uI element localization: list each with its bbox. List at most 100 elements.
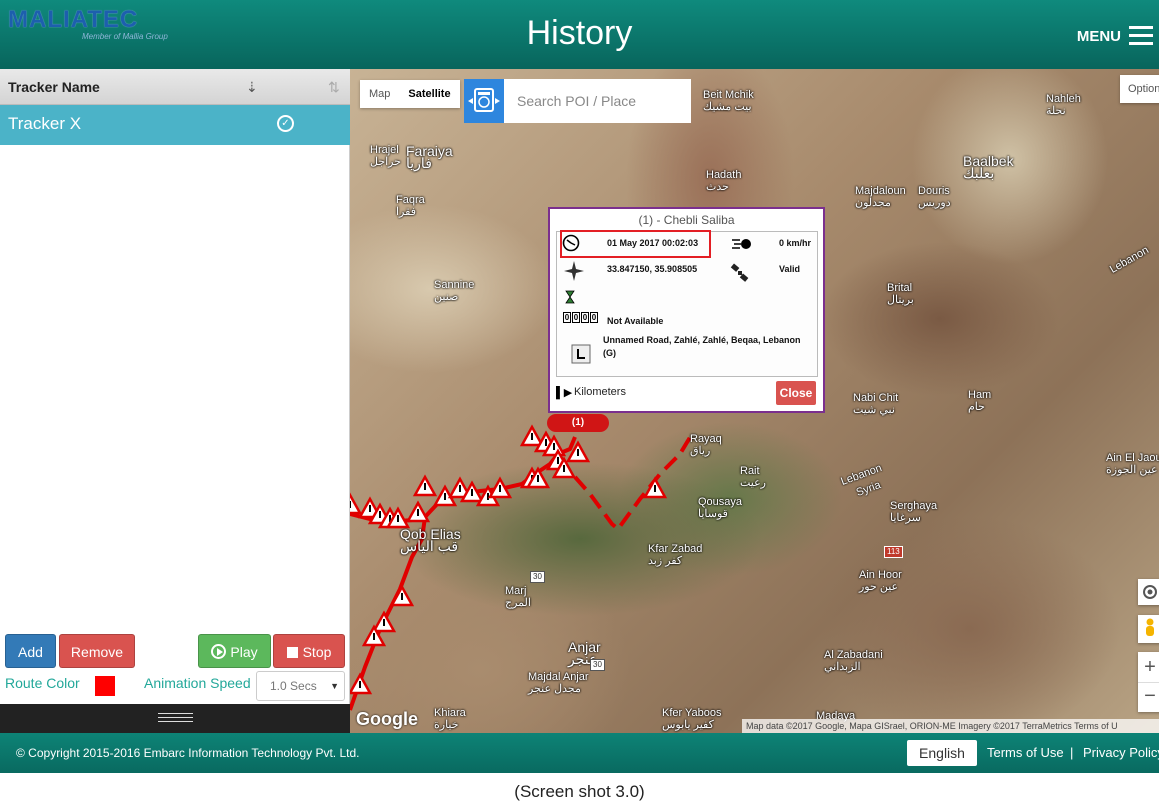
close-button[interactable]: Close <box>776 381 816 405</box>
alert-triangle-icon[interactable] <box>412 474 438 497</box>
place-label: Majdal Anjar مجدل عنجر <box>528 671 589 695</box>
poi-search-input[interactable]: Search POI / Place <box>504 79 691 123</box>
my-location-button[interactable] <box>1138 579 1159 605</box>
place-label: Khiara خيارة <box>434 707 466 731</box>
place-label: Nahleh نحلة <box>1046 93 1081 117</box>
info-window-title: (1) - Chebli Saliba <box>638 213 735 227</box>
map-options-button[interactable]: Option <box>1120 75 1159 103</box>
stop-icon <box>286 647 298 658</box>
stop-button[interactable]: Stop <box>273 634 345 668</box>
tracker-sidebar: Tracker Name ⇣ ⇅ Tracker X ✓ Add Remove … <box>0 69 350 733</box>
route-line-branch <box>573 432 694 532</box>
place-label: Qob Elias قب الياس <box>400 526 461 554</box>
zoom-in-button[interactable]: + <box>1138 652 1159 682</box>
column-header-tracker-name: Tracker Name <box>8 79 100 95</box>
place-label: Brital بريتال <box>887 282 914 306</box>
place-label: Majdaloun مجدلون <box>855 185 906 209</box>
place-label: Marj المرج <box>505 585 531 609</box>
tracker-list-header: Tracker Name ⇣ ⇅ <box>0 69 350 105</box>
place-label: Beit Mchik بيت مشيك <box>703 89 754 113</box>
map-attribution[interactable]: Map data ©2017 Google, Mapa GISrael, ORI… <box>742 719 1159 733</box>
alert-triangle-icon[interactable] <box>350 492 363 515</box>
place-label: Faraiya فاريا <box>406 143 453 171</box>
info-window: (1) - Chebli Saliba 01 May 2017 00:02:03… <box>548 207 825 413</box>
place-label: Douris دوريس <box>918 185 951 209</box>
animation-speed-select[interactable]: 1.0 Secs ▼ <box>256 671 345 701</box>
info-address: Unnamed Road, Zahlé, Zahlé, Beqaa, Leban… <box>603 335 801 358</box>
footer-separator: | <box>1070 745 1074 760</box>
hourglass-icon <box>565 290 575 304</box>
clock-icon <box>562 234 580 252</box>
play-icon <box>211 644 227 659</box>
copyright-text: © Copyright 2015-2016 Embarc Information… <box>16 746 360 760</box>
place-label: Baalbek بعلبك <box>963 153 1014 181</box>
place-label: Rayaq رياق <box>690 433 722 457</box>
map-type-map[interactable]: Map <box>360 80 399 108</box>
place-label: Nabi Chit نبي شيت <box>853 392 899 416</box>
add-button[interactable]: Add <box>5 634 56 668</box>
road-shield: 30 <box>590 659 605 671</box>
alert-triangle-icon[interactable] <box>350 672 373 695</box>
poi-search-button[interactable] <box>464 79 504 123</box>
screenshot-caption: (Screen shot 3.0) <box>514 782 645 801</box>
caret-down-icon: ▼ <box>330 681 339 691</box>
menu-button[interactable]: MENU <box>1077 26 1153 46</box>
alert-triangle-icon[interactable] <box>405 500 431 523</box>
map-type-satellite[interactable]: Satellite <box>399 80 459 108</box>
place-label: Qousaya قوسايا <box>698 496 743 520</box>
satellite-icon <box>730 263 749 282</box>
app-window: MALIATEC Member of Mallia Group History … <box>0 0 1159 810</box>
map-view[interactable]: Map Satellite Search POI / Place Option … <box>350 69 1159 733</box>
alert-triangle-icon[interactable] <box>519 424 545 447</box>
location-crosshair-icon <box>564 261 584 281</box>
page-title: History <box>526 14 633 52</box>
place-label: Ham حام <box>968 389 992 413</box>
tracker-list-item[interactable]: Tracker X ✓ <box>0 105 350 145</box>
address-icon <box>571 344 591 364</box>
play-button[interactable]: Play <box>198 634 271 668</box>
street-view-button[interactable] <box>1138 615 1159 643</box>
info-odometer: Not Available <box>607 316 664 326</box>
zoom-control: + − <box>1138 652 1159 712</box>
target-icon <box>1143 585 1157 599</box>
footer-bar: © Copyright 2015-2016 Embarc Information… <box>0 733 1159 773</box>
road-shield: 113 <box>884 546 903 558</box>
speed-icon <box>732 239 751 249</box>
zoom-out-button[interactable]: − <box>1138 682 1159 712</box>
place-label: Sannine صنين <box>434 279 475 303</box>
remove-button[interactable]: Remove <box>59 634 135 668</box>
place-label: Hrajel حراجل <box>370 144 402 168</box>
info-distance-unit: Kilometers <box>574 386 626 398</box>
terms-link[interactable]: Terms of Use <box>987 745 1064 760</box>
resize-grip-icon[interactable] <box>158 713 193 724</box>
route-color-swatch[interactable] <box>95 676 115 696</box>
hamburger-icon <box>1129 26 1153 46</box>
play-label: Play <box>230 644 258 660</box>
info-window-body: 01 May 2017 00:02:03 0 km/hr 33.847150, … <box>556 230 818 377</box>
map-type-control: Map Satellite <box>360 80 460 108</box>
place-label: Ain Hoor عين حور <box>859 569 902 593</box>
poi-navigator-icon <box>468 88 500 112</box>
place-label: Al Zabadani الزبداني <box>824 649 883 673</box>
tracker-name: Tracker X <box>8 114 82 133</box>
route-color-label: Route Color <box>5 675 80 691</box>
alert-triangle-icon[interactable] <box>371 610 397 633</box>
privacy-link[interactable]: Privacy Policy <box>1083 745 1159 760</box>
place-label: Ain El Jaou عين الجوزة <box>1106 452 1159 476</box>
place-label: Kfer Yaboos كفير يابوس <box>662 707 722 731</box>
place-label: Faqra فقرا <box>396 194 425 218</box>
info-coordinates: 33.847150, 35.908505 <box>607 264 698 274</box>
check-circle-icon[interactable]: ✓ <box>277 115 294 132</box>
place-label: Kfar Zabad كفر زبد <box>648 543 703 567</box>
place-label: Hadath حدث <box>706 169 742 193</box>
sort-toggle-icon[interactable]: ⇅ <box>328 79 340 96</box>
vehicle-marker[interactable]: (1) <box>547 414 609 432</box>
play-pause-icon[interactable]: ▌▶ <box>556 386 572 399</box>
language-button[interactable]: English <box>907 740 977 766</box>
alert-triangle-icon[interactable] <box>642 476 668 499</box>
place-label: Rait رعيت <box>740 465 766 489</box>
info-speed: 0 km/hr <box>779 238 812 248</box>
google-logo: Google <box>356 709 418 729</box>
odometer-icon: 0000 <box>563 312 598 323</box>
sort-descending-icon[interactable]: ⇣ <box>246 79 258 96</box>
